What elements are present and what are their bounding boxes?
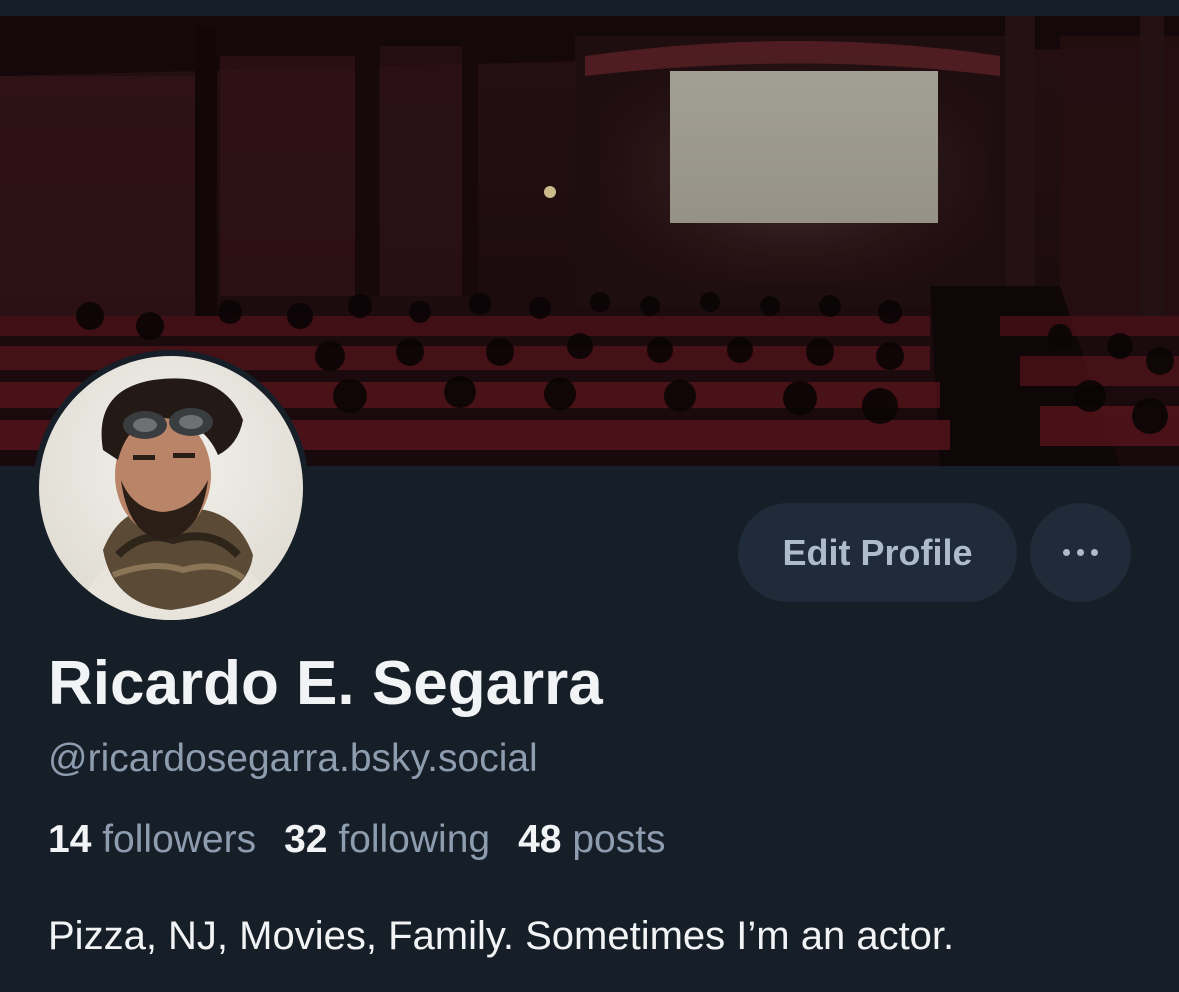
posts-label: posts bbox=[572, 818, 666, 861]
profile-bio: Pizza, NJ, Movies, Family. Sometimes I’m… bbox=[48, 914, 955, 958]
posts-stat: 48 posts bbox=[518, 818, 665, 862]
following-stat[interactable]: 32 following bbox=[284, 818, 490, 862]
followers-label: followers bbox=[102, 818, 257, 861]
following-count: 32 bbox=[284, 818, 339, 861]
edit-profile-label: Edit Profile bbox=[782, 531, 973, 573]
more-options-button[interactable] bbox=[1030, 503, 1131, 602]
top-strip bbox=[0, 0, 1179, 16]
followers-stat[interactable]: 14 followers bbox=[48, 818, 256, 862]
followers-count: 14 bbox=[48, 818, 103, 861]
profile-page: Edit Profile Ricardo E. Segarra @ricardo… bbox=[0, 0, 1179, 992]
following-label: following bbox=[338, 818, 491, 861]
posts-count: 48 bbox=[518, 818, 573, 861]
display-name: Ricardo E. Segarra bbox=[48, 649, 603, 718]
avatar[interactable] bbox=[33, 350, 309, 626]
ellipsis-horizontal-icon bbox=[1063, 549, 1098, 556]
edit-profile-button[interactable]: Edit Profile bbox=[738, 503, 1017, 602]
profile-handle: @ricardosegarra.bsky.social bbox=[48, 737, 538, 780]
profile-stats: 14 followers 32 following 48 posts bbox=[48, 818, 694, 862]
